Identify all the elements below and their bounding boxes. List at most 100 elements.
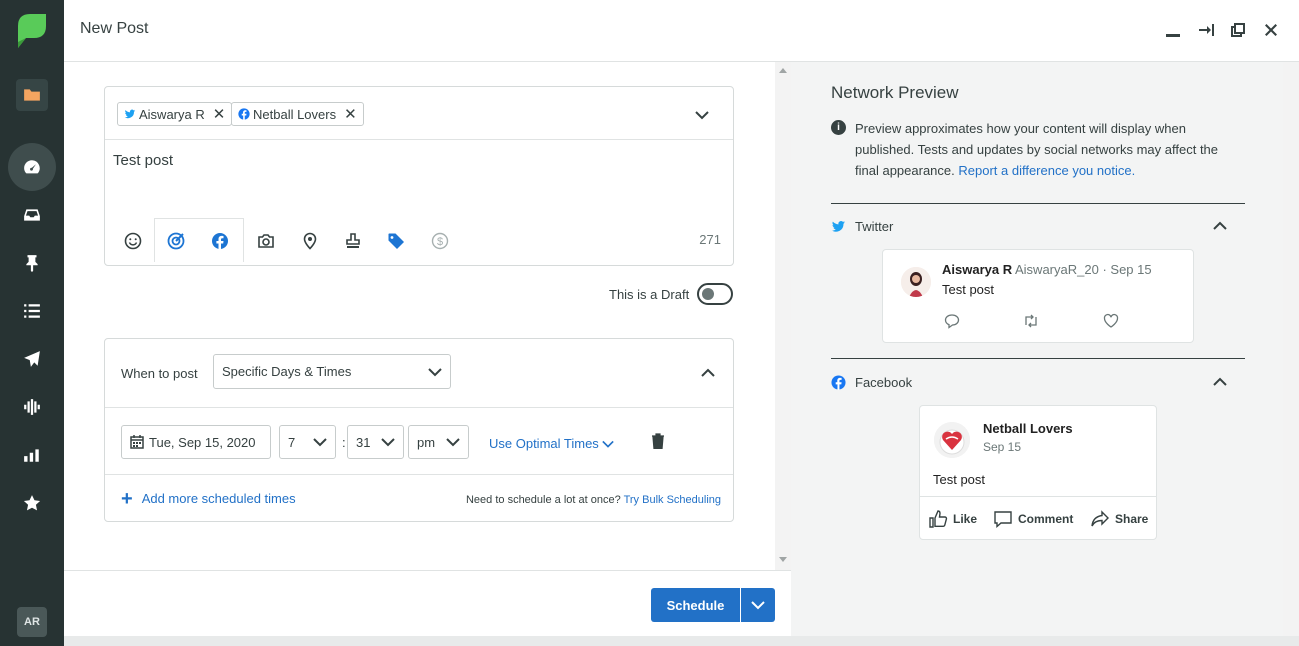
scroll-up-icon[interactable] — [779, 68, 787, 73]
minimize-icon — [1166, 34, 1180, 37]
schedule-button[interactable]: Schedule — [651, 588, 740, 622]
chevron-down-icon — [428, 367, 442, 376]
windows-icon — [1231, 23, 1245, 37]
toggle-knob — [702, 288, 715, 300]
scroll-down-icon[interactable] — [779, 557, 787, 562]
twitter-tools-button[interactable] — [165, 230, 187, 252]
horizontal-scrollbar[interactable] — [64, 636, 1299, 646]
add-more-scheduled-times-button[interactable]: + Add more scheduled times — [121, 489, 296, 509]
post-text-area[interactable]: Test post — [113, 152, 173, 169]
chevron-up-icon[interactable] — [1213, 219, 1227, 233]
sidebar: AR — [0, 0, 64, 646]
chevron-up-icon[interactable] — [1213, 375, 1227, 389]
tweet-date: · Sep 15 — [1102, 262, 1152, 277]
remove-profile-icon[interactable]: ✕ — [213, 105, 226, 123]
profile-selector[interactable]: Aiswarya R ✕ Netball Lovers ✕ — [105, 87, 733, 140]
divider — [831, 358, 1245, 359]
compose-scrollbar[interactable] — [775, 62, 791, 570]
preview-title: Network Preview — [831, 83, 959, 102]
preview-scrollbar[interactable] — [1283, 62, 1299, 636]
hour-select[interactable]: 7 — [279, 425, 336, 459]
sidebar-item-listening[interactable] — [8, 383, 56, 431]
bulk-scheduling-link[interactable]: Try Bulk Scheduling — [624, 494, 721, 506]
date-picker[interactable]: Tue, Sep 15, 2020 — [121, 425, 271, 459]
add-times-row: + Add more scheduled times Need to sched… — [105, 475, 733, 521]
inbox-icon — [24, 209, 40, 221]
when-to-post-label: When to post — [121, 366, 198, 381]
approval-stamp-button[interactable] — [342, 230, 364, 252]
report-difference-link[interactable]: Report a difference you notice. — [958, 163, 1135, 178]
optimal-times-label: Use Optimal Times — [489, 436, 599, 451]
chevron-down-icon[interactable] — [695, 108, 709, 122]
add-location-button[interactable] — [299, 230, 321, 252]
info-icon: i — [831, 120, 846, 135]
sidebar-item-reviews[interactable] — [8, 479, 56, 527]
minute-value: 31 — [356, 434, 371, 450]
chevron-down-icon — [751, 601, 765, 610]
twitter-header-label: Twitter — [855, 219, 894, 234]
tweet-text: Test post — [942, 282, 995, 297]
add-more-label: Add more scheduled times — [141, 491, 296, 506]
sprout-logo-icon[interactable] — [16, 12, 48, 48]
profile-chip-twitter[interactable]: Aiswarya R ✕ — [117, 102, 233, 126]
sidebar-item-list[interactable] — [8, 287, 56, 335]
stamp-icon — [346, 233, 360, 248]
add-photo-button[interactable] — [255, 230, 277, 252]
footer-bar: Schedule — [64, 570, 791, 636]
bulk-hint-text: Need to schedule a lot at once? — [465, 494, 621, 506]
bar-chart-icon — [24, 449, 39, 462]
when-to-post-value: Specific Days & Times — [222, 364, 352, 379]
user-avatar[interactable]: AR — [17, 607, 47, 637]
chevron-up-icon[interactable] — [701, 366, 715, 380]
minute-select[interactable]: 31 — [347, 425, 404, 459]
ampm-value: pm — [417, 434, 436, 450]
camera-icon — [258, 234, 274, 248]
sidebar-item-dashboard[interactable] — [8, 143, 56, 191]
fb-post-text: Test post — [933, 472, 986, 487]
close-button[interactable] — [1260, 19, 1282, 41]
when-to-post-select[interactable]: Specific Days & Times — [213, 354, 451, 389]
waveform-icon — [24, 399, 40, 415]
popout-button[interactable] — [1227, 19, 1249, 41]
character-count: 271 — [699, 232, 721, 247]
twitter-icon — [831, 221, 846, 232]
boost-button[interactable]: $ — [429, 230, 451, 252]
sidebar-item-folder[interactable] — [16, 79, 48, 111]
twitter-preview-card: Aiswarya R AiswaryaR_20 · Sep 15 Test po… — [882, 249, 1194, 343]
draft-label: This is a Draft — [609, 286, 690, 302]
close-icon — [1265, 24, 1277, 36]
sidebar-item-reports[interactable] — [8, 431, 56, 479]
twitter-preview-header[interactable]: Twitter — [831, 219, 893, 234]
fb-post-date: Sep 15 — [983, 440, 1022, 454]
tweet-author-name: Aiswarya R — [942, 262, 1013, 277]
sidebar-item-send[interactable] — [8, 335, 56, 383]
tag-icon — [388, 233, 404, 249]
schedule-section: When to post Specific Days & Times Tue, … — [104, 338, 734, 522]
facebook-header-label: Facebook — [855, 375, 913, 390]
compose-pane: Aiswarya R ✕ Netball Lovers ✕ Test post — [64, 62, 775, 570]
facebook-tools-button[interactable] — [209, 230, 231, 252]
sidebar-item-inbox[interactable] — [8, 191, 56, 239]
trash-icon[interactable] — [651, 433, 665, 449]
profile-chip-facebook[interactable]: Netball Lovers ✕ — [231, 102, 364, 126]
fb-comment-label: Comment — [1018, 512, 1074, 526]
folder-icon — [24, 89, 40, 101]
scheduled-time-row: Tue, Sep 15, 2020 7 : 31 pm Use Optimal … — [105, 408, 733, 475]
date-value: Tue, Sep 15, 2020 — [149, 434, 256, 450]
calendar-icon — [130, 435, 144, 449]
use-optimal-times-button[interactable]: Use Optimal Times — [489, 436, 614, 451]
hour-value: 7 — [288, 434, 296, 450]
tag-button[interactable] — [385, 230, 407, 252]
remove-profile-icon[interactable]: ✕ — [344, 105, 357, 123]
schedule-options-button[interactable] — [741, 588, 775, 622]
dock-button[interactable] — [1195, 19, 1217, 41]
chevron-down-icon — [602, 440, 614, 448]
sidebar-item-pin[interactable] — [8, 239, 56, 287]
draft-toggle[interactable] — [697, 283, 734, 305]
ampm-select[interactable]: pm — [408, 425, 469, 459]
emoji-button[interactable] — [122, 230, 144, 252]
fb-page-name: Netball Lovers — [983, 421, 1073, 436]
facebook-preview-header[interactable]: Facebook — [831, 375, 912, 390]
bulk-scheduling-hint: Need to schedule a lot at once? Try Bulk… — [466, 494, 721, 506]
minimize-button[interactable] — [1162, 19, 1184, 41]
